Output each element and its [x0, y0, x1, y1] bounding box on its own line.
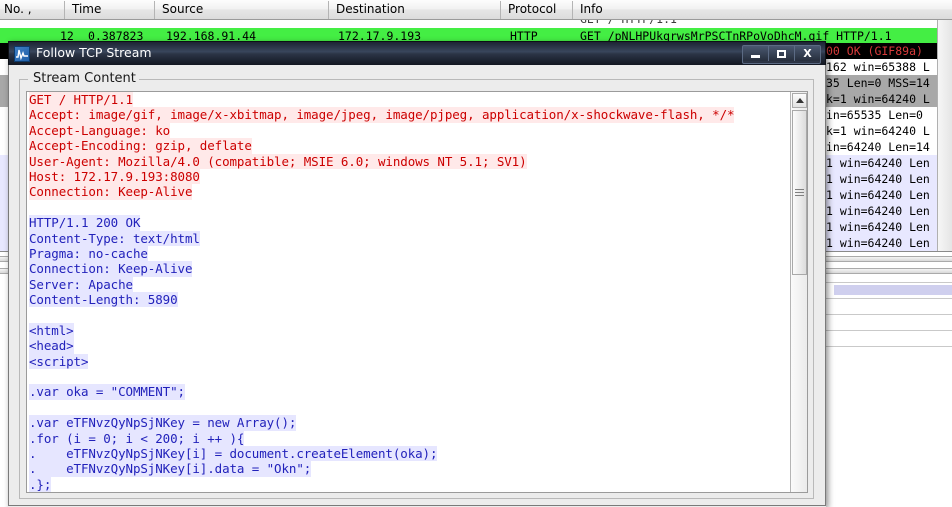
column-divider[interactable]: [154, 1, 155, 19]
stream-line: <html>: [29, 322, 74, 339]
cell-info: 00 OK (GIF89a): [826, 44, 923, 58]
column-header-protocol[interactable]: Protocol: [508, 2, 556, 16]
cell-info: 1 win=64240 Len: [826, 156, 930, 170]
dialog-titlebar[interactable]: Follow TCP Stream X: [8, 41, 826, 65]
stream-line: .var eTFNvzQyNpSjNKey = new Array();: [29, 415, 297, 431]
pane-rule: [826, 330, 952, 331]
cell-info: 1 win=64240 Len: [826, 204, 930, 218]
stream-line: [29, 492, 36, 493]
minimize-button[interactable]: [743, 46, 769, 61]
minimize-icon: [751, 54, 760, 58]
maximize-button[interactable]: [769, 46, 795, 61]
stream-line: [29, 369, 36, 384]
dialog-title: Follow TCP Stream: [36, 45, 152, 60]
column-divider[interactable]: [64, 1, 65, 19]
window-controls: X: [742, 45, 821, 64]
chevron-up-icon: [795, 98, 804, 103]
stream-line: User-Agent: Mozilla/4.0 (compatible; MSI…: [29, 153, 527, 169]
packet-row-partial-text: GET / HTTP/1.1: [0, 20, 952, 28]
stream-line: [29, 200, 36, 215]
packet-list-header: No. , Time Source Destination Protocol I…: [0, 0, 952, 20]
scroll-thumb[interactable]: [792, 110, 807, 275]
packet-list-scrollbar[interactable]: [937, 20, 952, 251]
cell-info: in=64240 Len=14: [826, 140, 930, 154]
column-header-destination[interactable]: Destination: [336, 2, 405, 16]
cell-info: 1 win=64240 Len: [826, 172, 930, 186]
stream-line: <head>: [29, 338, 74, 354]
column-divider[interactable]: [328, 1, 329, 19]
close-button[interactable]: X: [795, 46, 820, 61]
pane-rule: [826, 346, 952, 347]
stream-line: .for (i = 0; i < 200; i ++ ){: [29, 430, 245, 446]
column-header-no[interactable]: No. ,: [4, 2, 32, 16]
cell-info: 162 win=65388 L: [826, 60, 930, 74]
column-divider[interactable]: [572, 1, 573, 19]
cell-info: in=65535 Len=0: [826, 108, 923, 122]
pane-rule: [826, 314, 952, 315]
maximize-icon: [777, 49, 786, 58]
stream-line: Accept-Language: ko: [29, 122, 171, 139]
stream-content-textarea[interactable]: GET / HTTP/1.1 Accept: image/gif, image/x…: [26, 91, 808, 493]
stream-line: . eTFNvzQyNpSjNKey[i].data = "Okn";: [29, 461, 312, 477]
pane-rule: [826, 298, 952, 299]
wireshark-icon: [14, 46, 30, 62]
cell-info: k=1 win=64240 L: [826, 124, 930, 138]
stream-line: Accept: image/gif, image/x-xbitmap, imag…: [29, 107, 735, 123]
column-header-time[interactable]: Time: [72, 2, 101, 16]
column-header-info[interactable]: Info: [580, 2, 603, 16]
groupbox-border: [134, 79, 814, 80]
stream-line: Connection: Keep-Alive: [29, 184, 193, 200]
stream-line: Host: 172.17.9.193:8080: [29, 168, 200, 185]
stream-line: .};: [29, 476, 52, 492]
packet-row-partial[interactable]: GET / HTTP/1.1: [0, 20, 952, 28]
follow-tcp-stream-dialog: Follow TCP Stream X Stream Content GET /…: [8, 41, 826, 507]
stream-line: Content-Type: text/html: [29, 230, 200, 246]
stream-line: [29, 400, 36, 415]
scroll-up-arrow-button[interactable]: [792, 93, 807, 108]
dialog-body: Stream Content GET / HTTP/1.1 Accept: ima…: [8, 65, 826, 506]
stream-line: Connection: Keep-Alive: [29, 261, 193, 277]
stream-content-text: GET / HTTP/1.1 Accept: image/gif, image/x…: [29, 92, 789, 493]
stream-line: Content-Length: 5890: [29, 292, 178, 308]
stream-line: Accept-Encoding: gzip, deflate: [29, 138, 252, 154]
column-header-source[interactable]: Source: [162, 2, 203, 16]
stream-line: .var oka = "COMMENT";: [29, 384, 185, 400]
stream-line: [29, 307, 36, 322]
stream-line: Pragma: no-cache: [29, 245, 148, 262]
groupbox-border: [19, 79, 28, 80]
column-divider[interactable]: [500, 1, 501, 19]
cell-info: 1 win=64240 Len: [826, 236, 930, 250]
cell-info: 1 win=64240 Len: [826, 220, 930, 234]
stream-content-label: Stream Content: [30, 71, 139, 86]
stream-line: . eTFNvzQyNpSjNKey[i] = document.createE…: [29, 445, 438, 462]
stream-line: <script>: [29, 353, 89, 370]
highlight-marker: [834, 285, 952, 295]
cell-info: 35 Len=0 MSS=14: [826, 76, 930, 90]
cell-info: k=1 win=64240 L: [826, 92, 930, 106]
pane-rule: [826, 282, 952, 283]
stream-line: HTTP/1.1 200 OK: [29, 215, 141, 231]
stream-scrollbar[interactable]: [790, 92, 807, 492]
stream-line: GET / HTTP/1.1: [29, 92, 133, 108]
stream-line: Server: Apache: [29, 276, 133, 293]
cell-info: 1 win=64240 Len: [826, 188, 930, 202]
grip-icon: [795, 187, 804, 198]
